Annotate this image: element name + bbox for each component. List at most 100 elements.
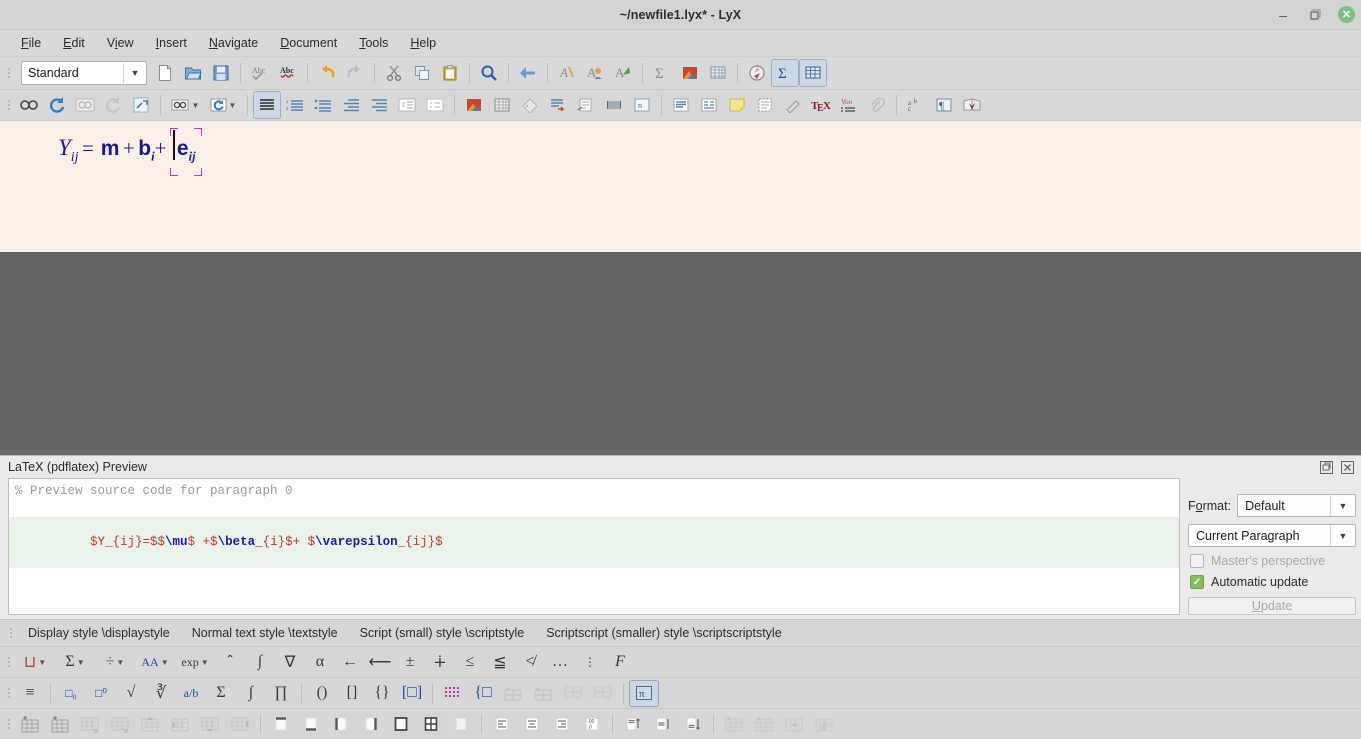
- insert-arrow-button[interactable]: ←: [335, 649, 365, 676]
- insert-nmid-button[interactable]: ≮: [515, 649, 545, 676]
- view-master-document-button[interactable]: [71, 91, 99, 119]
- table-align-left-button[interactable]: [487, 711, 517, 738]
- insert-nthroot-button[interactable]: ∛: [146, 680, 176, 707]
- toolbar-grip[interactable]: [4, 713, 13, 735]
- table-multicolumn-button[interactable]: [719, 711, 749, 738]
- new-document-button[interactable]: [151, 59, 179, 87]
- insert-leq-button[interactable]: ≤: [455, 649, 485, 676]
- description-list-button[interactable]: [421, 91, 449, 119]
- table-move-column-right-button[interactable]: [225, 711, 255, 738]
- insert-superscript-button[interactable]: □⁰: [86, 680, 116, 707]
- document-canvas[interactable]: Yij = m + bi+ eij: [0, 121, 1361, 455]
- table-border-left-button[interactable]: [326, 711, 356, 738]
- toolbar-grip[interactable]: [4, 62, 13, 84]
- math-formula[interactable]: Yij = m + bi+ eij: [58, 135, 202, 165]
- table-border-none-button[interactable]: [446, 711, 476, 738]
- toolbar-grip[interactable]: [6, 622, 15, 644]
- automatic-update-row[interactable]: ✓ Automatic update: [1188, 575, 1356, 589]
- list-environment-button[interactable]: [393, 91, 421, 119]
- paragraph-justified-button[interactable]: [253, 91, 281, 119]
- decrease-depth-button[interactable]: [337, 91, 365, 119]
- table-move-row-down-button[interactable]: [195, 711, 225, 738]
- table-align-center-button[interactable]: [517, 711, 547, 738]
- insert-nomenclature-button[interactable]: n: [628, 91, 656, 119]
- insert-long-arrow-button[interactable]: ⟵: [365, 649, 395, 676]
- table-add-row-above-button[interactable]: [15, 711, 45, 738]
- insert-toc-button[interactable]: Voo: [835, 91, 863, 119]
- update-button[interactable]: Update: [1188, 597, 1356, 615]
- copy-button[interactable]: [408, 59, 436, 87]
- math-inset-epsilon[interactable]: eij: [170, 137, 202, 164]
- redo-button[interactable]: [341, 59, 369, 87]
- insert-product-button[interactable]: ∏: [266, 680, 296, 707]
- insert-greek-button[interactable]: α: [305, 649, 335, 676]
- insert-fraction-ab-button[interactable]: a/b: [176, 680, 206, 707]
- update-document-button[interactable]: [43, 91, 71, 119]
- toggle-emphasis-button[interactable]: A: [553, 59, 581, 87]
- insert-image-button[interactable]: [460, 91, 488, 119]
- find-replace-button[interactable]: [475, 59, 503, 87]
- insert-tex-code-button[interactable]: TEX: [807, 91, 835, 119]
- insert-bibliography-button[interactable]: [958, 91, 986, 119]
- export-formats-button[interactable]: [127, 91, 155, 119]
- table-align-right-button[interactable]: [547, 711, 577, 738]
- insert-leqq-button[interactable]: ≦: [485, 649, 515, 676]
- table-valign-bottom-button[interactable]: [678, 711, 708, 738]
- insert-graphics-button[interactable]: [676, 59, 704, 87]
- add-column-button[interactable]: [528, 680, 558, 707]
- insert-functions-button[interactable]: exp▼: [175, 649, 215, 676]
- table-rotate-cell-button[interactable]: [779, 711, 809, 738]
- master-perspective-row[interactable]: Master's perspective: [1188, 554, 1356, 568]
- insert-accent-button[interactable]: ˆ: [215, 649, 245, 676]
- insert-box-button[interactable]: [751, 91, 779, 119]
- table-delete-column-button[interactable]: [105, 711, 135, 738]
- menu-tools[interactable]: Tools: [348, 33, 399, 53]
- insert-table-button[interactable]: [704, 59, 732, 87]
- table-add-column-left-button[interactable]: [45, 711, 75, 738]
- table-move-row-up-button[interactable]: [135, 711, 165, 738]
- table-align-decimal-button[interactable]: .00.0: [577, 711, 607, 738]
- insert-font-button[interactable]: AA▼: [135, 649, 175, 676]
- insert-dotplus-button[interactable]: ∔: [425, 649, 455, 676]
- insert-marginal-note-button[interactable]: ¶: [930, 91, 958, 119]
- menu-edit[interactable]: Edit: [52, 33, 96, 53]
- delete-row-button[interactable]: [558, 680, 588, 707]
- insert-cross-reference-button[interactable]: [544, 91, 572, 119]
- open-document-button[interactable]: [179, 59, 207, 87]
- math-style-text[interactable]: Normal text style \textstyle: [181, 626, 349, 640]
- insert-float-figure-button[interactable]: [667, 91, 695, 119]
- insert-math-button[interactable]: Σ: [648, 59, 676, 87]
- numbered-list-button[interactable]: 12: [281, 91, 309, 119]
- back-reference-button[interactable]: [514, 59, 542, 87]
- table-valign-top-button[interactable]: [618, 711, 648, 738]
- toggle-math-panel-button[interactable]: π: [629, 680, 659, 707]
- table-border-grid-button[interactable]: [416, 711, 446, 738]
- insert-footnote-button[interactable]: abc: [902, 91, 930, 119]
- insert-spacing-button[interactable]: ⊔▼: [15, 649, 55, 676]
- float-panel-button[interactable]: [1318, 459, 1334, 475]
- insert-mathcal-button[interactable]: F: [605, 649, 635, 676]
- increase-depth-button[interactable]: [365, 91, 393, 119]
- minimize-button[interactable]: –: [1274, 6, 1292, 24]
- insert-matrix-button[interactable]: [438, 680, 468, 707]
- insert-fraction-button[interactable]: ÷▼: [95, 649, 135, 676]
- insert-brackets-button[interactable]: []: [337, 680, 367, 707]
- format-combo[interactable]: Default ▼: [1237, 494, 1356, 517]
- close-button[interactable]: ✕: [1338, 6, 1355, 23]
- bulleted-list-button[interactable]: [309, 91, 337, 119]
- table-border-right-button[interactable]: [356, 711, 386, 738]
- toolbar-grip[interactable]: [4, 682, 13, 704]
- math-style-scriptscript[interactable]: Scriptscript (smaller) style \scriptscri…: [535, 626, 792, 640]
- insert-vdots-button[interactable]: ⋮: [575, 649, 605, 676]
- update-dropdown-button[interactable]: ▼: [204, 91, 242, 119]
- insert-nabla-button[interactable]: ∇: [275, 649, 305, 676]
- paste-button[interactable]: [436, 59, 464, 87]
- insert-file-button[interactable]: [863, 91, 891, 119]
- menu-view[interactable]: View: [96, 33, 145, 53]
- add-row-button[interactable]: [498, 680, 528, 707]
- insert-delimiters-button[interactable]: [□]: [397, 680, 427, 707]
- table-multirow-button[interactable]: [749, 711, 779, 738]
- math-toolbar-auto-button[interactable]: [743, 59, 771, 87]
- insert-plusminus-button[interactable]: ±: [395, 649, 425, 676]
- master-perspective-checkbox[interactable]: [1190, 554, 1204, 568]
